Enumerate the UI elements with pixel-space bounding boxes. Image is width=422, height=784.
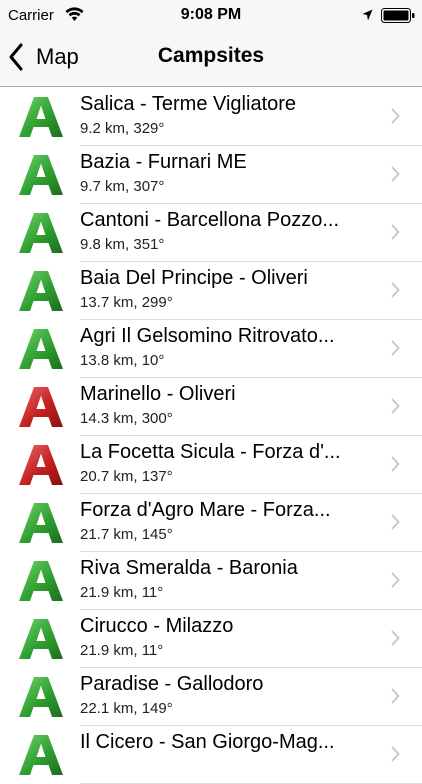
campsite-green-a-icon bbox=[19, 735, 63, 775]
campsite-green-a-icon bbox=[19, 97, 63, 137]
campsite-name: Paradise - Gallodoro bbox=[80, 673, 264, 695]
campsite-distance-bearing: 13.7 km, 299° bbox=[80, 294, 173, 311]
campsite-red-a-icon bbox=[19, 387, 63, 427]
campsite-name: Marinello - Oliveri bbox=[80, 383, 236, 405]
list-item[interactable]: Cirucco - Milazzo 21.9 km, 11° bbox=[0, 609, 422, 668]
campsite-distance-bearing: 9.7 km, 307° bbox=[80, 178, 165, 195]
campsite-list: Salica - Terme Vigliatore 9.2 km, 329° Baz… bbox=[0, 87, 422, 784]
campsite-distance-bearing: 22.1 km, 149° bbox=[80, 700, 173, 717]
campsite-green-a-icon bbox=[19, 155, 63, 195]
list-item[interactable]: Agri Il Gelsomino Ritrovato... 13.8 km, 1… bbox=[0, 319, 422, 378]
campsite-name: Riva Smeralda - Baronia bbox=[80, 557, 298, 579]
campsite-green-a-icon bbox=[19, 677, 63, 717]
list-item[interactable]: Baia Del Principe - Oliveri 13.7 km, 299° bbox=[0, 261, 422, 320]
chevron-right-icon bbox=[391, 572, 400, 588]
list-item[interactable]: Salica - Terme Vigliatore 9.2 km, 329° bbox=[0, 87, 422, 146]
campsite-red-a-icon bbox=[19, 445, 63, 485]
battery-icon bbox=[381, 8, 415, 23]
chevron-right-icon bbox=[391, 746, 400, 762]
chevron-right-icon bbox=[391, 282, 400, 298]
campsite-name: Agri Il Gelsomino Ritrovato... bbox=[80, 325, 335, 347]
list-item[interactable]: Forza d'Agro Mare - Forza... 21.7 km, 145… bbox=[0, 493, 422, 552]
campsite-name: Bazia - Furnari ME bbox=[80, 151, 247, 173]
campsite-green-a-icon bbox=[19, 561, 63, 601]
campsite-distance-bearing: 13.8 km, 10° bbox=[80, 352, 165, 369]
list-item[interactable]: Paradise - Gallodoro 22.1 km, 149° bbox=[0, 667, 422, 726]
chevron-right-icon bbox=[391, 630, 400, 646]
campsite-distance-bearing: 9.8 km, 351° bbox=[80, 236, 165, 253]
chevron-right-icon bbox=[391, 688, 400, 704]
campsite-green-a-icon bbox=[19, 329, 63, 369]
chevron-right-icon bbox=[391, 456, 400, 472]
campsite-distance-bearing: 21.9 km, 11° bbox=[80, 642, 164, 659]
campsite-name: Il Cicero - San Giorgo-Mag... bbox=[80, 731, 335, 753]
clock: 9:08 PM bbox=[180, 6, 242, 23]
campsite-name: Baia Del Principe - Oliveri bbox=[80, 267, 308, 289]
location-arrow-icon bbox=[362, 9, 373, 21]
campsite-distance-bearing: 9.2 km, 329° bbox=[80, 120, 165, 137]
page-title: Campsites bbox=[157, 44, 265, 67]
campsite-distance-bearing: 21.9 km, 11° bbox=[80, 584, 164, 601]
list-item[interactable]: Riva Smeralda - Baronia 21.9 km, 11° bbox=[0, 551, 422, 610]
chevron-right-icon bbox=[391, 340, 400, 356]
campsite-green-a-icon bbox=[19, 271, 63, 311]
campsite-distance-bearing: 20.7 km, 137° bbox=[80, 468, 173, 485]
list-item[interactable]: Cantoni - Barcellona Pozzo... 9.8 km, 351… bbox=[0, 203, 422, 262]
chevron-right-icon bbox=[391, 108, 400, 124]
campsite-green-a-icon bbox=[19, 213, 63, 253]
campsite-name: Cantoni - Barcellona Pozzo... bbox=[80, 209, 340, 231]
status-bar: Carrier 9:08 PM bbox=[0, 0, 422, 30]
chevron-right-icon bbox=[391, 166, 400, 182]
list-item[interactable]: Marinello - Oliveri 14.3 km, 300° bbox=[0, 377, 422, 436]
campsite-name: Salica - Terme Vigliatore bbox=[80, 93, 297, 115]
campsite-green-a-icon bbox=[19, 503, 63, 543]
campsite-name: Forza d'Agro Mare - Forza... bbox=[80, 499, 331, 521]
campsite-distance-bearing: 14.3 km, 300° bbox=[80, 410, 173, 427]
chevron-right-icon bbox=[391, 224, 400, 240]
chevron-right-icon bbox=[391, 398, 400, 414]
navigation-bar: Map Campsites bbox=[0, 30, 422, 87]
chevron-right-icon bbox=[391, 514, 400, 530]
campsite-name: La Focetta Sicula - Forza d'... bbox=[80, 441, 341, 463]
list-item[interactable]: La Focetta Sicula - Forza d'... 20.7 km, … bbox=[0, 435, 422, 494]
list-item[interactable]: Bazia - Furnari ME 9.7 km, 307° bbox=[0, 145, 422, 204]
campsite-green-a-icon bbox=[19, 619, 63, 659]
campsite-name: Cirucco - Milazzo bbox=[80, 615, 234, 637]
list-item[interactable]: Il Cicero - San Giorgo-Mag... bbox=[0, 725, 422, 784]
campsite-distance-bearing: 21.7 km, 145° bbox=[80, 526, 173, 543]
